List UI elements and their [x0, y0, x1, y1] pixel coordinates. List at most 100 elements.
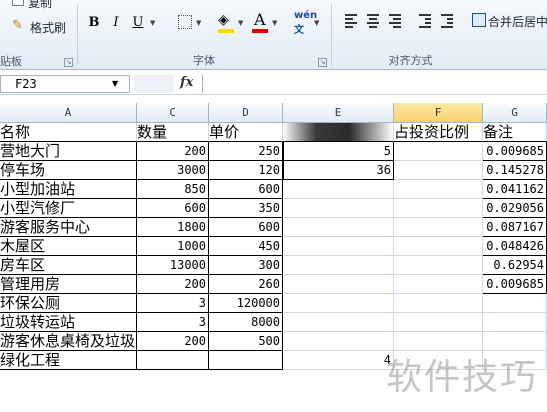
cell-price[interactable]: 600 — [209, 180, 283, 199]
cell-e[interactable]: 36 — [283, 161, 394, 180]
header-cell-price[interactable]: 单价 — [209, 123, 283, 142]
bold-button[interactable]: B — [84, 12, 104, 34]
cell-qty[interactable]: 3 — [137, 294, 209, 313]
cell-name[interactable]: 绿化工程 — [0, 351, 137, 370]
font-color-icon[interactable]: A — [254, 10, 266, 29]
cell-price[interactable]: 120000 — [209, 294, 283, 313]
cell-price[interactable]: 450 — [209, 237, 283, 256]
cell-qty[interactable]: 3000 — [137, 161, 209, 180]
cell-price[interactable]: 350 — [209, 199, 283, 218]
cell-qty[interactable]: 200 — [137, 332, 209, 351]
cell-e[interactable]: 4 — [283, 351, 394, 370]
cell-qty[interactable]: 200 — [137, 142, 209, 161]
cell-name[interactable]: 木屋区 — [0, 237, 137, 256]
cell-g[interactable]: 0.048426 — [483, 237, 547, 256]
name-box-dropdown-icon[interactable]: ▼ — [112, 79, 118, 88]
cell-g[interactable]: 0.087167 — [483, 218, 547, 237]
cell-name[interactable]: 小型加油站 — [0, 180, 137, 199]
phonetic-dropdown-icon[interactable]: ▼ — [314, 19, 319, 27]
cell-f[interactable] — [394, 199, 483, 218]
cell-g[interactable]: 0.029056 — [483, 199, 547, 218]
column-header-d[interactable]: D — [209, 103, 283, 123]
cell-f[interactable] — [394, 142, 483, 161]
font-color-dropdown-icon[interactable]: ▼ — [272, 19, 277, 27]
align-center-icon[interactable] — [364, 12, 382, 30]
copy-button[interactable]: 复制 — [28, 0, 52, 11]
insert-function-icon[interactable]: fx — [180, 75, 193, 90]
format-painter-button[interactable]: 格式刷 — [30, 19, 66, 36]
header-cell-f[interactable]: 占投资比例 — [394, 123, 483, 142]
decrease-indent-icon[interactable] — [416, 12, 434, 30]
cell-qty[interactable]: 13000 — [137, 256, 209, 275]
cell-e[interactable] — [283, 313, 394, 332]
cell-f[interactable] — [394, 313, 483, 332]
cell-name[interactable]: 垃圾转运站 — [0, 313, 137, 332]
cell-f[interactable] — [394, 275, 483, 294]
cell-e[interactable] — [283, 218, 394, 237]
cell-qty[interactable] — [137, 351, 209, 370]
cell-e[interactable] — [283, 199, 394, 218]
cell-price[interactable]: 300 — [209, 256, 283, 275]
cell-f[interactable] — [394, 256, 483, 275]
header-cell-name[interactable]: 名称 — [0, 123, 137, 142]
cell-name[interactable]: 房车区 — [0, 256, 137, 275]
cell-g[interactable] — [483, 313, 547, 332]
column-header-c[interactable]: C — [137, 103, 209, 123]
clipboard-launcher-icon[interactable]: ↘ — [64, 58, 73, 67]
cell-g[interactable]: 0.009685 — [483, 275, 547, 294]
merge-center-icon[interactable] — [472, 13, 486, 27]
border-icon[interactable] — [178, 15, 192, 29]
underline-dropdown-icon[interactable]: ▼ — [150, 19, 155, 27]
header-cell-qty[interactable]: 数量 — [137, 123, 209, 142]
border-dropdown-icon[interactable]: ▼ — [196, 19, 201, 27]
align-right-icon[interactable] — [386, 12, 404, 30]
cell-qty[interactable]: 1000 — [137, 237, 209, 256]
cell-g[interactable]: 0.041162 — [483, 180, 547, 199]
cell-e[interactable] — [283, 180, 394, 199]
italic-button[interactable]: I — [106, 12, 126, 34]
cell-f[interactable] — [394, 294, 483, 313]
cell-price[interactable]: 120 — [209, 161, 283, 180]
cell-f[interactable] — [394, 161, 483, 180]
cell-price[interactable]: 600 — [209, 218, 283, 237]
cell-f[interactable] — [394, 218, 483, 237]
cell-e[interactable] — [283, 256, 394, 275]
column-header-g[interactable]: G — [483, 103, 547, 123]
column-header-e[interactable]: E — [283, 103, 394, 123]
name-box[interactable]: F23 — [0, 75, 130, 93]
cell-qty[interactable]: 200 — [137, 275, 209, 294]
cell-name[interactable]: 停车场 — [0, 161, 137, 180]
cell-name[interactable]: 小型汽修厂 — [0, 199, 137, 218]
cell-price[interactable]: 500 — [209, 332, 283, 351]
increase-indent-icon[interactable] — [438, 12, 456, 30]
header-cell-g[interactable]: 备注 — [483, 123, 547, 142]
cell-e[interactable] — [283, 332, 394, 351]
cell-name[interactable]: 营地大门 — [0, 142, 137, 161]
cell-e[interactable]: 5 — [283, 142, 394, 161]
formula-input[interactable] — [202, 75, 547, 93]
cell-e[interactable] — [283, 294, 394, 313]
header-cell-e[interactable] — [283, 123, 394, 142]
cell-name[interactable]: 游客休息桌椅及垃圾 — [0, 332, 137, 351]
cell-price[interactable]: 8000 — [209, 313, 283, 332]
cell-g[interactable]: 0.145278 — [483, 161, 547, 180]
cell-g[interactable]: 0.62954 — [483, 256, 547, 275]
cell-f[interactable] — [394, 237, 483, 256]
cell-price[interactable] — [209, 351, 283, 370]
fill-color-icon[interactable]: ◈ — [218, 12, 229, 28]
cell-qty[interactable]: 3 — [137, 313, 209, 332]
fill-dropdown-icon[interactable]: ▼ — [238, 19, 243, 27]
cell-e[interactable] — [283, 275, 394, 294]
merge-center-button[interactable]: 合并后居中 — [488, 13, 547, 30]
align-left-icon[interactable] — [342, 12, 360, 30]
column-header-f[interactable]: F — [394, 103, 483, 123]
cell-qty[interactable]: 600 — [137, 199, 209, 218]
cell-qty[interactable]: 850 — [137, 180, 209, 199]
cell-qty[interactable]: 1800 — [137, 218, 209, 237]
cell-name[interactable]: 游客服务中心 — [0, 218, 137, 237]
column-header-a[interactable]: A — [0, 103, 137, 123]
cell-name[interactable]: 环保公厕 — [0, 294, 137, 313]
cell-e[interactable] — [283, 237, 394, 256]
cell-price[interactable]: 250 — [209, 142, 283, 161]
cell-price[interactable]: 260 — [209, 275, 283, 294]
